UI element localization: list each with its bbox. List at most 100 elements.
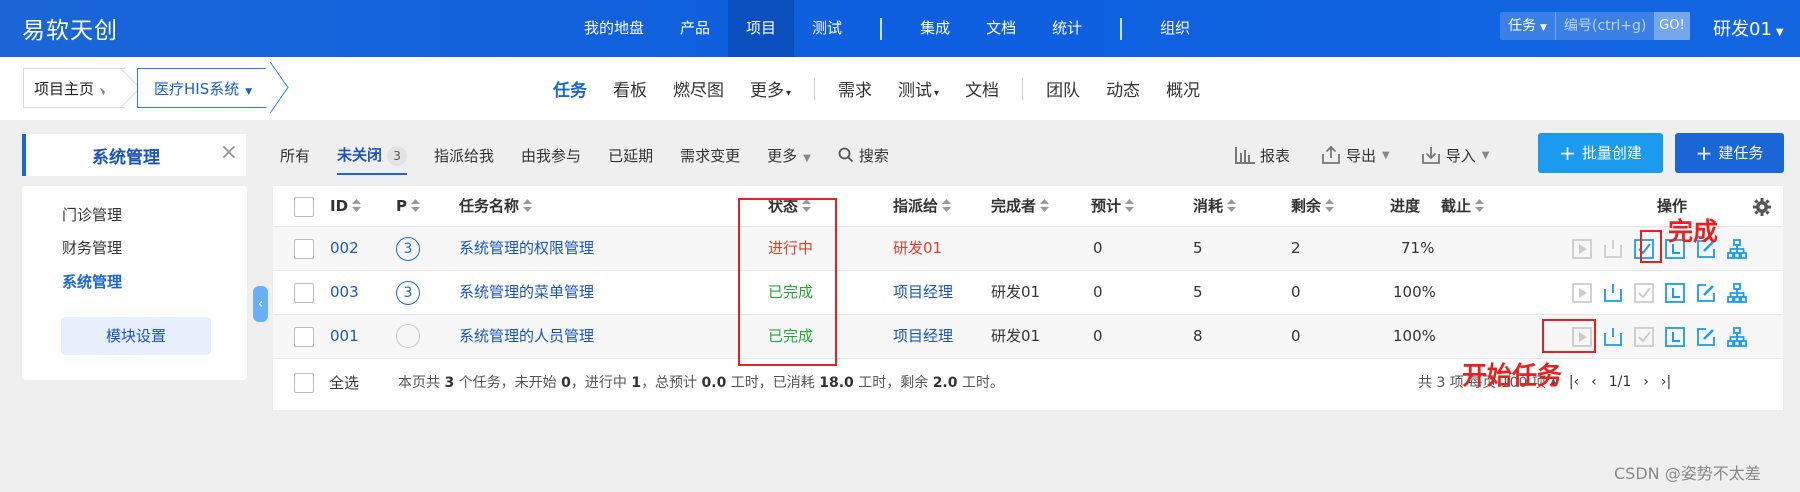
- row-actions: [1570, 227, 1756, 270]
- edit-icon: [1697, 327, 1715, 346]
- subtask-button[interactable]: [1725, 237, 1749, 261]
- assigned-to-link[interactable]: 研发01: [893, 227, 942, 270]
- nav-my[interactable]: 我的地盘: [566, 0, 662, 57]
- tab-more[interactable]: 更多 ▾: [737, 76, 804, 101]
- tab-team[interactable]: 团队: [1033, 76, 1093, 101]
- subtask-button[interactable]: [1725, 281, 1749, 305]
- tab-doc[interactable]: 文档: [952, 76, 1012, 101]
- subtask-button[interactable]: [1725, 325, 1749, 349]
- record-hours-button[interactable]: [1663, 325, 1687, 349]
- quick-search: 任务 ▼ 编号(ctrl+g) GO!: [1500, 12, 1690, 40]
- table-row: 002 3 系统管理的权限管理 进行中 研发01 0 5 2 71%: [273, 227, 1783, 271]
- activate-task-button[interactable]: [1601, 325, 1625, 349]
- user-menu[interactable]: 研发01 ▼: [1713, 15, 1784, 41]
- select-all-checkbox[interactable]: [294, 373, 314, 393]
- module-item-clinic[interactable]: 门诊管理: [62, 204, 122, 225]
- task-summary: 本页共 3 个任务，未开始 0，进行中 1，总预计 0.0 工时，已消耗 18.…: [398, 372, 1004, 392]
- report-button[interactable]: 报表: [1234, 145, 1290, 166]
- col-assigned[interactable]: 指派给: [893, 186, 952, 226]
- prev-page-button[interactable]: ‹: [1591, 374, 1597, 390]
- module-item-finance[interactable]: 财务管理: [62, 237, 122, 258]
- finish-task-button[interactable]: [1632, 325, 1656, 349]
- page-indicator: 1/1: [1608, 374, 1632, 390]
- batch-create-button[interactable]: + 批量创建: [1538, 133, 1663, 173]
- plus-icon: +: [1559, 141, 1576, 165]
- next-page-button[interactable]: ›: [1643, 374, 1649, 390]
- search-input[interactable]: 编号(ctrl+g): [1556, 12, 1654, 40]
- sort-icon: [1227, 199, 1237, 212]
- tab-burndown[interactable]: 燃尽图: [660, 76, 737, 101]
- filter-involved[interactable]: 由我参与: [521, 145, 581, 166]
- breadcrumb-project[interactable]: 医疗HIS系统 ▼: [137, 68, 271, 108]
- tab-overview[interactable]: 概况: [1153, 76, 1213, 101]
- brand-logo[interactable]: 易软天创: [22, 11, 118, 45]
- row-checkbox[interactable]: [294, 283, 314, 303]
- start-task-button[interactable]: [1570, 281, 1594, 305]
- tab-task[interactable]: 任务: [540, 76, 600, 101]
- col-estimate[interactable]: 预计: [1091, 186, 1135, 226]
- assigned-to-link[interactable]: 项目经理: [893, 271, 953, 314]
- filter-assigned-to-me[interactable]: 指派给我: [434, 145, 494, 166]
- import-button[interactable]: 导入 ▼: [1420, 145, 1489, 166]
- search-type-select[interactable]: 任务 ▼: [1500, 12, 1556, 40]
- go-button[interactable]: GO!: [1653, 12, 1690, 40]
- filter-all[interactable]: 所有: [280, 145, 310, 166]
- summary-count: 18.0: [819, 375, 854, 391]
- row-checkbox[interactable]: [294, 327, 314, 347]
- annotation-start-task: 开始任务: [1462, 361, 1563, 390]
- tab-test[interactable]: 测试 ▾: [885, 76, 952, 101]
- filter-open[interactable]: 未关闭 3: [337, 144, 408, 175]
- filter-story-changed[interactable]: 需求变更: [680, 145, 740, 166]
- nav-stat[interactable]: 统计: [1034, 0, 1100, 57]
- col-name[interactable]: 任务名称: [459, 186, 533, 226]
- gear-icon[interactable]: [1753, 198, 1771, 216]
- close-icon[interactable]: ×: [220, 140, 238, 165]
- count-badge: 3: [387, 146, 408, 166]
- nav-doc[interactable]: 文档: [968, 0, 1034, 57]
- finish-highlight-box: [1640, 230, 1662, 263]
- module-item-system[interactable]: 系统管理: [62, 271, 122, 292]
- create-task-button[interactable]: + 建任务: [1675, 133, 1784, 173]
- col-left[interactable]: 剩余: [1291, 186, 1335, 226]
- row-checkbox[interactable]: [294, 239, 314, 259]
- nav-org[interactable]: 组织: [1142, 0, 1208, 57]
- col-consumed[interactable]: 消耗: [1193, 186, 1237, 226]
- first-page-button[interactable]: |‹: [1569, 374, 1579, 390]
- nav-test[interactable]: 测试: [794, 0, 860, 57]
- col-deadline[interactable]: 截止: [1441, 186, 1485, 226]
- record-hours-button[interactable]: [1663, 281, 1687, 305]
- tab-kanban[interactable]: 看板: [600, 76, 660, 101]
- pause-task-button[interactable]: [1601, 237, 1625, 261]
- clock-icon: [1665, 326, 1685, 347]
- nav-product[interactable]: 产品: [662, 0, 728, 57]
- breadcrumb-project-home[interactable]: 项目主页 ▼: [23, 68, 125, 108]
- col-id[interactable]: ID: [330, 186, 362, 226]
- progress-value: 100%: [1393, 283, 1436, 301]
- start-task-button[interactable]: [1570, 237, 1594, 261]
- col-priority[interactable]: P: [396, 186, 420, 226]
- tab-story[interactable]: 需求: [825, 76, 885, 101]
- task-id-link[interactable]: 001: [330, 315, 359, 358]
- task-name-link[interactable]: 系统管理的权限管理: [459, 227, 594, 270]
- select-all-checkbox[interactable]: [294, 197, 314, 217]
- assigned-to-link[interactable]: 项目经理: [893, 315, 953, 358]
- edit-task-button[interactable]: [1694, 281, 1718, 305]
- task-id-link[interactable]: 003: [330, 271, 359, 314]
- activate-task-button[interactable]: [1601, 281, 1625, 305]
- finish-task-button[interactable]: [1632, 281, 1656, 305]
- export-button[interactable]: 导出 ▼: [1320, 145, 1390, 166]
- task-name-link[interactable]: 系统管理的菜单管理: [459, 271, 594, 314]
- edit-task-button[interactable]: [1694, 325, 1718, 349]
- search-toggle[interactable]: 搜索: [838, 145, 889, 166]
- sidebar-collapse-toggle[interactable]: ‹: [253, 286, 268, 322]
- tab-dynamic[interactable]: 动态: [1093, 76, 1153, 101]
- filter-more[interactable]: 更多 ▼: [767, 145, 811, 166]
- last-page-button[interactable]: ›|: [1661, 374, 1671, 390]
- module-settings-button[interactable]: 模块设置: [61, 317, 211, 355]
- nav-ci[interactable]: 集成: [902, 0, 968, 57]
- task-id-link[interactable]: 002: [330, 227, 359, 270]
- task-name-link[interactable]: 系统管理的人员管理: [459, 315, 594, 358]
- col-finished-by[interactable]: 完成者: [991, 186, 1050, 226]
- filter-delayed[interactable]: 已延期: [608, 145, 653, 166]
- nav-project[interactable]: 项目: [728, 0, 795, 57]
